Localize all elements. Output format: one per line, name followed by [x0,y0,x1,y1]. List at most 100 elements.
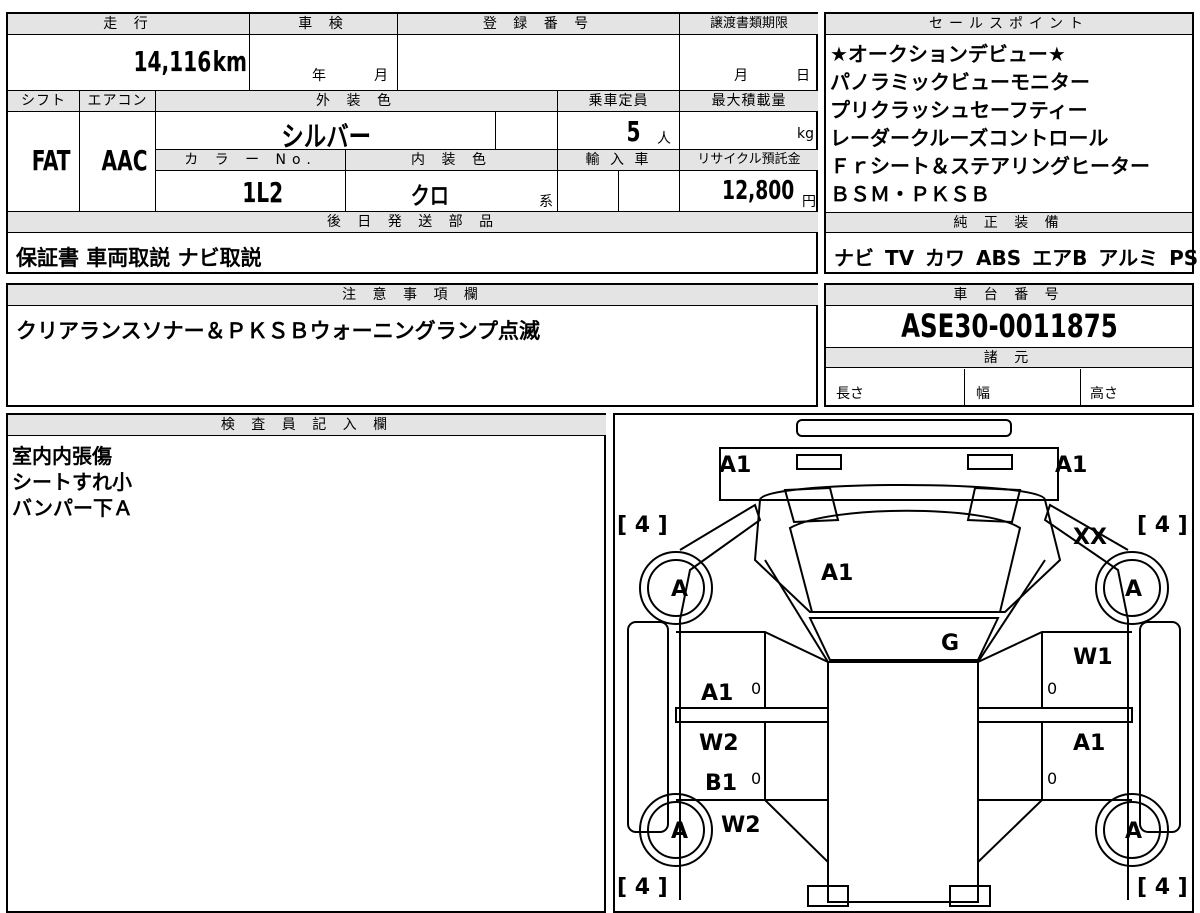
label-windshield: G [941,631,960,656]
genuine-equipment-value: ナビ TV カワ ABS エアB アルミ PS PW [834,246,1200,270]
interior-color-value: クロ 系 [346,171,558,212]
label-tire-rl: [ 4 ] [617,875,668,900]
shift-text: FAT [32,144,71,177]
import-value-2 [619,171,680,212]
spec-length: 長さ [836,386,864,402]
load-unit: kg [797,126,814,142]
inspector-note-item: 室内内張傷 [12,444,112,468]
interior-suffix: 系 [539,194,553,210]
capacity-number: 5 [626,115,641,148]
label-door-fr: W1 [1073,645,1113,670]
header-transfer-deadline: 譲渡書類期限 [680,14,818,35]
recycle-value: 12,800 円 [680,171,818,212]
label-wheel-fl: A [671,577,689,602]
sales-points-list: ★オークションデビュー★ パノラミックビューモニター プリクラッシュセーフティー レー… [830,40,1192,208]
door-rr-outline [977,721,1132,801]
label-front-left: A1 [719,453,752,478]
headlight-right-shape [967,454,1013,470]
sill-left [675,707,829,723]
label-zero-rr: 0 [1047,769,1058,788]
inspection-value: 年 月 [250,35,398,91]
header-capacity: 乗車定員 [558,91,680,112]
label-door-rl-2: B1 [705,771,738,796]
chassis-number-text: ASE30-0011875 [900,307,1118,345]
sill-right [977,707,1133,723]
header-import: 輸 入 車 [558,150,680,171]
registration-value [398,35,680,91]
header-chassis: 車 台 番 号 [826,285,1192,306]
deadline-month-label: 月 [734,68,748,84]
label-rear-fender-l: W2 [721,813,761,838]
label-wheel-fr: A [1125,577,1143,602]
spec-width: 幅 [976,386,990,402]
header-max-load: 最大積載量 [680,91,818,112]
label-front-right: A1 [1055,453,1088,478]
interior-color-text: クロ [410,182,449,210]
spec-divider-2 [1080,369,1081,407]
sales-point-item: ★オークションデビュー★ [830,42,1066,66]
import-value-1 [558,171,619,212]
mileage-unit: km [212,45,247,78]
label-tire-fl: [ 4 ] [617,513,668,538]
aircon-value: AAC [80,112,156,212]
color-no-value: 1L2 [156,171,346,212]
capacity-unit: 人 [657,131,671,147]
car-diagram-block: A1 A1 [ 4 ] [ 4 ] XX A A A1 G W1 A1 0 0 … [613,413,1194,913]
deadline-value: 月 日 [680,35,818,91]
aircon-text: AAC [101,144,147,177]
exterior-color-value: シルバー [156,112,496,153]
spec-height: 高さ [1090,386,1118,402]
grille-right [966,486,1022,524]
exterior-color-extra [496,112,558,150]
label-door-fl: A1 [701,681,734,706]
sales-point-item: プリクラッシュセーフティー [830,98,1088,122]
rear-fender-right [977,799,1090,900]
header-sales-points: セールスポイント [826,14,1192,35]
mileage-value: 14,116 km [8,35,250,91]
inspector-note-item: シートすれ小 [12,470,132,494]
inspector-notes-list: 室内内張傷 シートすれ小 バンパー下Ａ [12,443,133,521]
header-registration: 登 録 番 号 [398,14,680,35]
side-rail-left [627,621,669,833]
vehicle-info-block: 走 行 車 検 登 録 番 号 譲渡書類期限 14,116 km 年 月 月 日… [6,12,818,274]
recycle-unit: 円 [802,194,816,210]
shift-value: FAT [8,112,80,212]
side-rail-right [1139,621,1181,833]
label-zero-rl: 0 [751,769,762,788]
label-wheel-rl: A [671,819,689,844]
sales-point-item: ＢＳＭ・ＰＫＳＢ [830,182,990,206]
mileage-number: 14,116 [133,45,211,78]
color-no-text: 1L2 [242,176,283,209]
header-shift: シフト [8,91,80,112]
label-fr-fender: XX [1073,525,1107,550]
notes-block: 注 意 事 項 欄 クリアランスソナー＆ＰＫＳＢウォーニングランプ点滅 [6,283,818,407]
max-load-value: kg [680,112,818,150]
deadline-day-label: 日 [796,68,810,84]
capacity-value: 5 人 [558,112,680,150]
label-wheel-rr: A [1125,819,1143,844]
header-inspector: 検 査 員 記 入 欄 [8,415,606,436]
label-tire-fr: [ 4 ] [1137,513,1188,538]
recycle-number: 12,800 [721,176,794,206]
header-specs: 諸 元 [826,347,1192,368]
sales-points-block: セールスポイント ★オークションデビュー★ パノラミックビューモニター プリクラッシ… [824,12,1200,274]
label-tire-rr: [ 4 ] [1137,875,1188,900]
front-bumper-shape [796,419,1012,437]
notes-value: クリアランスソナー＆ＰＫＳＢウォーニングランプ点滅 [16,319,540,343]
label-door-rr: A1 [1073,731,1106,756]
inspector-note-item: バンパー下Ａ [12,496,133,520]
label-hood: A1 [821,561,854,586]
later-parts-value: 保証書 車両取説 ナビ取説 [16,246,262,270]
header-recycle: リサイクル預託金 [680,150,818,171]
inspector-block: 検 査 員 記 入 欄 室内内張傷 シートすれ小 バンパー下Ａ [6,413,606,913]
roof-outline [827,661,979,903]
sales-point-item: パノラミックビューモニター [830,70,1090,94]
header-inspection: 車 検 [250,14,398,35]
sales-point-item: Ｆｒシート＆ステアリングヒーター [830,154,1150,178]
header-color-no: カ ラ ー No. [156,150,346,171]
windshield-outline [808,617,1000,661]
exterior-color-text: シルバー [281,120,371,153]
header-notes: 注 意 事 項 欄 [8,285,818,306]
header-interior-color: 内 装 色 [346,150,558,171]
label-door-rl-1: W2 [699,731,739,756]
